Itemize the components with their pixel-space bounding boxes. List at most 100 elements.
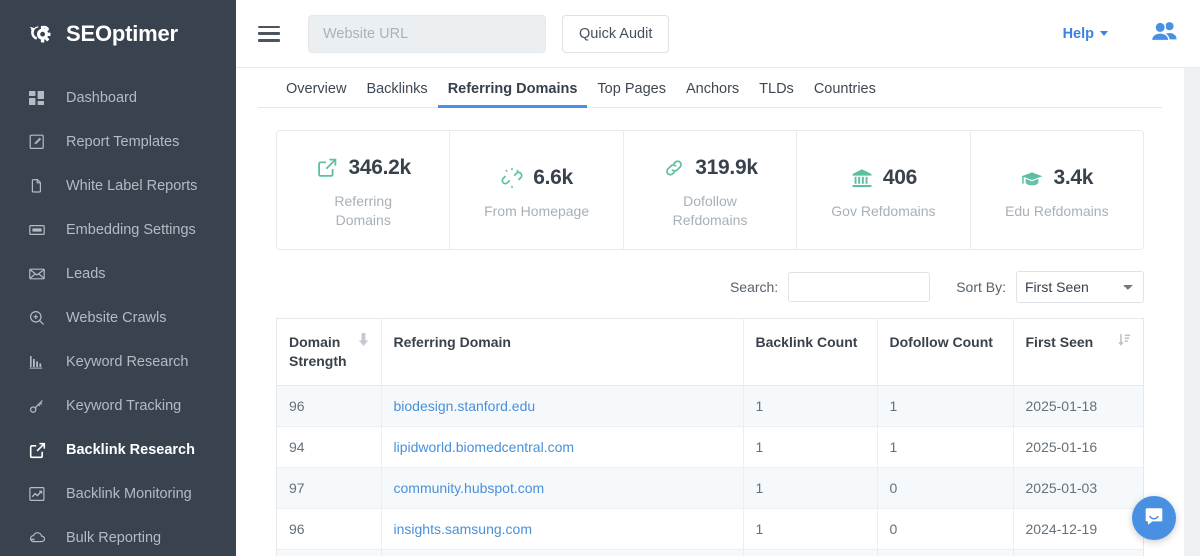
brand[interactable]: SEOptimer (0, 0, 236, 68)
table-row[interactable]: 96 biodesign.stanford.edu 1 1 2025-01-18 (277, 386, 1143, 427)
table-filter-bar: Search: Sort By: First Seen (276, 270, 1144, 304)
cell-domain-strength: 94 (277, 427, 381, 468)
domain-link[interactable]: biodesign.stanford.edu (394, 398, 536, 414)
stat-from-homepage: 6.6k From Homepage (450, 131, 623, 249)
stat-label: Dofollow Refdomains (655, 192, 765, 230)
sidebar-item-backlink-research[interactable]: Backlink Research (0, 428, 236, 472)
referring-domains-table: Domain Strength Referring Domain (276, 318, 1144, 556)
sidebar-item-website-crawls[interactable]: Website Crawls (0, 296, 236, 340)
sidebar-item-report-templates[interactable]: Report Templates (0, 120, 236, 164)
sidebar-item-label: Keyword Research (66, 354, 189, 370)
table-row[interactable]: 97 heal.nih.gov 2 2 2024-12-13 (277, 550, 1143, 556)
stat-top: 3.4k (1020, 166, 1093, 190)
tab-tlds[interactable]: TLDs (749, 81, 804, 107)
th-label: Domain Strength (289, 333, 352, 371)
sort-by-select[interactable]: First Seen (1016, 271, 1144, 303)
sidebar-item-label: Embedding Settings (66, 222, 196, 238)
cell-referring-domain: heal.nih.gov (381, 550, 743, 556)
cell-domain-strength: 97 (277, 550, 381, 556)
magnifier-plus-icon (28, 309, 46, 327)
help-label: Help (1063, 26, 1094, 42)
sidebar-item-label: White Label Reports (66, 178, 197, 194)
cell-backlink-count: 1 (743, 509, 877, 550)
top-bar: Quick Audit Help (236, 0, 1200, 68)
sidebar-item-keyword-research[interactable]: Keyword Research (0, 340, 236, 384)
cell-referring-domain: community.hubspot.com (381, 468, 743, 509)
th-first-seen[interactable]: First Seen (1013, 319, 1143, 386)
sidebar-item-embedding-settings[interactable]: Embedding Settings (0, 208, 236, 252)
stat-value: 406 (883, 166, 917, 190)
sidebar-item-leads[interactable]: Leads (0, 252, 236, 296)
users-icon[interactable] (1150, 20, 1178, 47)
page-scrollbar[interactable] (1184, 68, 1200, 556)
th-backlink-count[interactable]: Backlink Count (743, 319, 877, 386)
cell-first-seen: 2025-01-16 (1013, 427, 1143, 468)
sidebar-item-label: Dashboard (66, 90, 137, 106)
chat-bubble-icon (1143, 505, 1165, 532)
help-menu[interactable]: Help (1063, 26, 1108, 42)
quick-audit-button[interactable]: Quick Audit (562, 15, 669, 53)
external-link-icon (28, 441, 46, 459)
sidebar-item-keyword-tracking[interactable]: Keyword Tracking (0, 384, 236, 428)
table-row[interactable]: 96 insights.samsung.com 1 0 2024-12-19 (277, 509, 1143, 550)
tab-anchors[interactable]: Anchors (676, 81, 749, 107)
stat-label: Referring Domains (308, 192, 418, 230)
th-label: Referring Domain (394, 333, 731, 352)
brand-name: SEOptimer (66, 21, 178, 47)
tab-backlinks[interactable]: Backlinks (356, 81, 437, 107)
stat-value: 319.9k (695, 156, 757, 180)
stat-label: Edu Refdomains (1005, 202, 1109, 221)
sidebar-item-white-label-reports[interactable]: White Label Reports (0, 164, 236, 208)
gear-refresh-icon (26, 19, 56, 49)
envelope-icon (28, 265, 46, 283)
table-head: Domain Strength Referring Domain (277, 319, 1143, 386)
search-input[interactable] (788, 272, 930, 302)
copy-documents-icon (28, 177, 46, 195)
th-referring-domain[interactable]: Referring Domain (381, 319, 743, 386)
sidebar-item-bulk-reporting[interactable]: Bulk Reporting (0, 516, 236, 556)
domain-link[interactable]: insights.samsung.com (394, 521, 533, 537)
app-window: SEOptimer Dashboard Report Templates Whi (0, 0, 1200, 556)
search-label: Search: (730, 279, 778, 295)
cell-dofollow-count: 0 (877, 509, 1013, 550)
stat-dofollow-refdomains: 319.9k Dofollow Refdomains (624, 131, 797, 249)
table-row[interactable]: 97 community.hubspot.com 1 0 2025-01-03 (277, 468, 1143, 509)
sidebar-item-backlink-monitoring[interactable]: Backlink Monitoring (0, 472, 236, 516)
tab-overview[interactable]: Overview (276, 81, 356, 107)
chat-launcher-button[interactable] (1132, 496, 1176, 540)
content-panel: Overview Backlinks Referring Domains Top… (236, 68, 1184, 556)
website-url-input[interactable] (308, 15, 546, 53)
domain-link[interactable]: community.hubspot.com (394, 480, 545, 496)
stat-label: From Homepage (484, 202, 589, 221)
stats-summary-card: 346.2k Referring Domains (276, 130, 1144, 250)
edit-document-icon (28, 133, 46, 151)
sort-by-group: Sort By: First Seen (956, 271, 1144, 303)
cell-dofollow-count: 1 (877, 386, 1013, 427)
th-domain-strength[interactable]: Domain Strength (277, 319, 381, 386)
key-icon (28, 397, 46, 415)
table-body: 96 biodesign.stanford.edu 1 1 2025-01-18… (277, 386, 1143, 556)
cell-backlink-count: 1 (743, 468, 877, 509)
domain-link[interactable]: lipidworld.biomedcentral.com (394, 439, 575, 455)
bank-icon (850, 166, 874, 190)
sidebar-item-label: Report Templates (66, 134, 179, 150)
sidebar-item-label: Backlink Research (66, 442, 195, 458)
stat-gov-refdomains: 406 Gov Refdomains (797, 131, 970, 249)
cell-referring-domain: biodesign.stanford.edu (381, 386, 743, 427)
hamburger-icon[interactable] (258, 26, 280, 42)
tab-countries[interactable]: Countries (804, 81, 886, 107)
grid-dashboard-icon (28, 89, 46, 107)
stat-edu-refdomains: 3.4k Edu Refdomains (971, 131, 1143, 249)
stat-top: 319.9k (662, 156, 757, 180)
tab-top-pages[interactable]: Top Pages (587, 81, 676, 107)
cell-referring-domain: insights.samsung.com (381, 509, 743, 550)
th-dofollow-count[interactable]: Dofollow Count (877, 319, 1013, 386)
sidebar-item-dashboard[interactable]: Dashboard (0, 76, 236, 120)
broken-link-icon (500, 166, 524, 190)
main-area: Quick Audit Help Overview (236, 0, 1200, 556)
stat-top: 6.6k (500, 166, 573, 190)
tab-referring-domains[interactable]: Referring Domains (438, 81, 588, 107)
cell-dofollow-count: 1 (877, 427, 1013, 468)
table: Domain Strength Referring Domain (277, 319, 1143, 556)
table-row[interactable]: 94 lipidworld.biomedcentral.com 1 1 2025… (277, 427, 1143, 468)
